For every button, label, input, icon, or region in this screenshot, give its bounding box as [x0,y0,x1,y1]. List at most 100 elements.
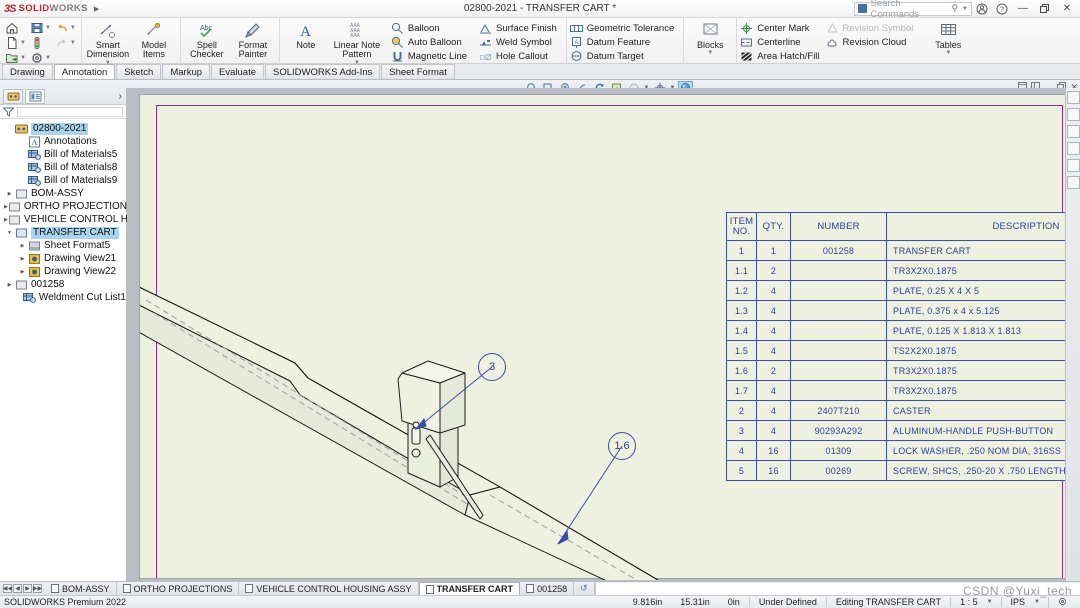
solidworks-resources-icon[interactable] [1067,91,1080,104]
note-button[interactable]: A Note [283,19,329,50]
table-row[interactable]: 2 4 2407T210 CASTER [727,401,1080,421]
tree-item-02800-2021[interactable]: 02800-2021 [2,122,126,135]
table-row[interactable]: 1.7 4 TR3X2X0.1875 [727,381,1080,401]
balloon-button[interactable]: Balloon [391,21,473,35]
property-manager-tab[interactable] [25,89,45,104]
tab-sheet-format[interactable]: Sheet Format [381,64,455,79]
auto-balloon-button[interactable]: Auto Balloon [391,35,473,49]
table-row[interactable]: 3 4 90293A292 ALUMINUM-HANDLE PUSH-BUTTO… [727,421,1080,441]
table-row[interactable]: 4 16 01309 LOCK WASHER, .250 NOM DIA, 31… [727,441,1080,461]
last-sheet-button[interactable]: ▶▶ [33,584,42,593]
tree-item-drawing-view21[interactable]: ▶ Drawing View21 [2,252,126,265]
drawing-sheet[interactable]: 3 1.6 2 4 5 ITEM NO. QTY. NUMBER DESCRIP… [139,94,1073,579]
revision-symbol-button[interactable]: Revision Symbol [826,21,920,35]
bill-of-materials-table[interactable]: ITEM NO. QTY. NUMBER DESCRIPTION 1 1 001… [726,212,1080,481]
tree-item-bill-of-materials8[interactable]: Bill of Materials8 [2,161,126,174]
design-library-icon[interactable] [1067,108,1080,121]
open-dropdown-caret-icon[interactable]: ▼ [20,55,26,61]
redo-dropdown-caret-icon[interactable]: ▼ [70,40,76,46]
tree-twisty[interactable]: ▶ [4,191,15,197]
tab-markup[interactable]: Markup [162,64,210,79]
centerline-button[interactable]: Centerline [740,35,825,49]
tree-item-transfer-cart[interactable]: ▼ TRANSFER CART [2,226,126,239]
blocks-dropdown-caret-icon[interactable]: ▼ [707,50,713,56]
tree-item-vehicle-control-housing-assy[interactable]: ▶ VEHICLE CONTROL HOUSING ASSY [2,213,126,226]
search-dropdown-caret-icon[interactable]: ▼ [962,6,968,12]
tree-item-bill-of-materials9[interactable]: Bill of Materials9 [2,174,126,187]
tree-item-ortho-projections[interactable]: ▶ ORTHO PROJECTIONS [2,200,126,213]
revision-cloud-button[interactable]: Revision Cloud [826,35,920,49]
add-sheet-button[interactable]: ↺ [574,582,595,595]
tab-sketch[interactable]: Sketch [116,64,161,79]
new-document-icon[interactable]: ▼ [3,36,28,50]
account-circle-icon[interactable] [972,1,992,17]
tab-evaluate[interactable]: Evaluate [211,64,264,79]
tree-twisty[interactable]: ▶ [4,282,15,288]
balloon-3[interactable]: 3 [478,353,506,381]
sheet-tab-001258[interactable]: 001258 [520,582,574,595]
tree-item-bom-assy[interactable]: ▶ BOM-ASSY [2,187,126,200]
menu-expand-caret-icon[interactable]: ▶ [94,5,99,13]
panel-expander-icon[interactable]: › [119,91,122,102]
center-mark-button[interactable]: Center Mark [740,21,825,35]
sheet-tab-ortho-projections[interactable]: ORTHO PROJECTIONS [117,582,240,595]
custom-properties-icon[interactable] [1067,176,1080,189]
search-icon[interactable]: ⚲ [951,3,958,14]
table-row[interactable]: 1.3 4 PLATE, 0.375 x 4 x 5.125 [727,301,1080,321]
undo-dropdown-caret-icon[interactable]: ▼ [70,25,76,31]
surface-finish-button[interactable]: Surface Finish [479,21,563,35]
table-row[interactable]: 1.1 2 TR3X2X0.1875 [727,261,1080,281]
save-dropdown-caret-icon[interactable]: ▼ [45,25,51,31]
sheet-tab-bom-assy[interactable]: BOM-ASSY [45,582,117,595]
smart-dimension-button[interactable]: Smart Dimension ▼ [85,19,131,66]
magnetic-line-button[interactable]: Magnetic Line [391,49,473,63]
solidworks-logo[interactable]: 3S SOLIDWORKS ▶ [0,3,99,15]
table-row[interactable]: 1.5 4 TS2X2X0.1875 [727,341,1080,361]
status-units-caret-icon[interactable]: ▼ [1034,599,1048,605]
filter-input[interactable] [17,107,123,117]
undo-icon[interactable]: ▼ [53,21,78,35]
format-painter-button[interactable]: Format Painter [230,19,276,60]
weld-symbol-button[interactable]: Weld Symbol [479,35,563,49]
model-items-button[interactable]: Model Items [131,19,177,60]
tree-item-weldment-cut-list1[interactable]: Weldment Cut List1 [2,291,126,304]
datum-target-button[interactable]: Datum Target [570,49,680,63]
search-commands-box[interactable]: Search Commands ⚲ ▼ [854,2,972,16]
rebuild-icon[interactable] [28,36,53,50]
geometric-tolerance-button[interactable]: Geometric Tolerance [570,21,680,35]
tab-drawing[interactable]: Drawing [2,64,53,79]
first-sheet-button[interactable]: ◀◀ [3,584,12,593]
tables-dropdown-caret-icon[interactable]: ▼ [945,50,951,56]
drawing-canvas[interactable]: 3 1.6 2 4 5 ITEM NO. QTY. NUMBER DESCRIP… [127,88,1080,581]
tables-button[interactable]: Tables ▼ [925,19,971,57]
tab-annotation[interactable]: Annotation [54,64,115,79]
table-row[interactable]: 1 1 001258 TRANSFER CART [727,241,1080,261]
sheet-tab-transfer-cart[interactable]: TRANSFER CART [419,582,521,596]
spell-checker-button[interactable]: Abc Spell Checker [184,19,230,60]
tree-twisty[interactable]: ▶ [17,269,28,275]
table-row[interactable]: 1.4 4 PLATE, 0.125 X 1.813 X 1.813 [727,321,1080,341]
sheet-tab-vehicle-control-housing-assy[interactable]: VEHICLE CONTROL HOUSING ASSY [239,582,418,595]
tree-item-bill-of-materials5[interactable]: Bill of Materials5 [2,148,126,161]
next-sheet-button[interactable]: ▶ [23,584,32,593]
tree-item-001258[interactable]: ▶ 001258 [2,278,126,291]
tree-twisty[interactable]: ▼ [4,230,15,236]
tab-solidworks-add-ins[interactable]: SOLIDWORKS Add-Ins [265,64,380,79]
file-explorer-icon[interactable] [1067,125,1080,138]
minimize-button[interactable]: — [1012,1,1034,17]
table-row[interactable]: 1.6 2 TR3X2X0.1875 [727,361,1080,381]
hole-callout-button[interactable]: □∅ Hole Callout [479,49,563,63]
prev-sheet-button[interactable]: ◀ [13,584,22,593]
feature-manager-tab[interactable] [3,89,23,104]
save-icon[interactable]: ▼ [28,21,53,35]
home-icon[interactable] [3,21,28,35]
tree-twisty[interactable]: ▶ [17,256,28,262]
status-scale-caret-icon[interactable]: ▼ [987,599,1001,605]
linear-note-pattern-button[interactable]: AAAAAAAAA Linear Note Pattern ▼ [329,19,385,66]
options-dropdown-caret-icon[interactable]: ▼ [45,55,51,61]
help-circle-icon[interactable]: ? [992,1,1012,17]
tree-item-annotations[interactable]: A Annotations [2,135,126,148]
blocks-button[interactable]: Blocks ▼ [687,19,733,57]
redo-icon[interactable]: ▼ [53,36,78,50]
status-scale[interactable]: 1 : 5 [950,597,987,607]
